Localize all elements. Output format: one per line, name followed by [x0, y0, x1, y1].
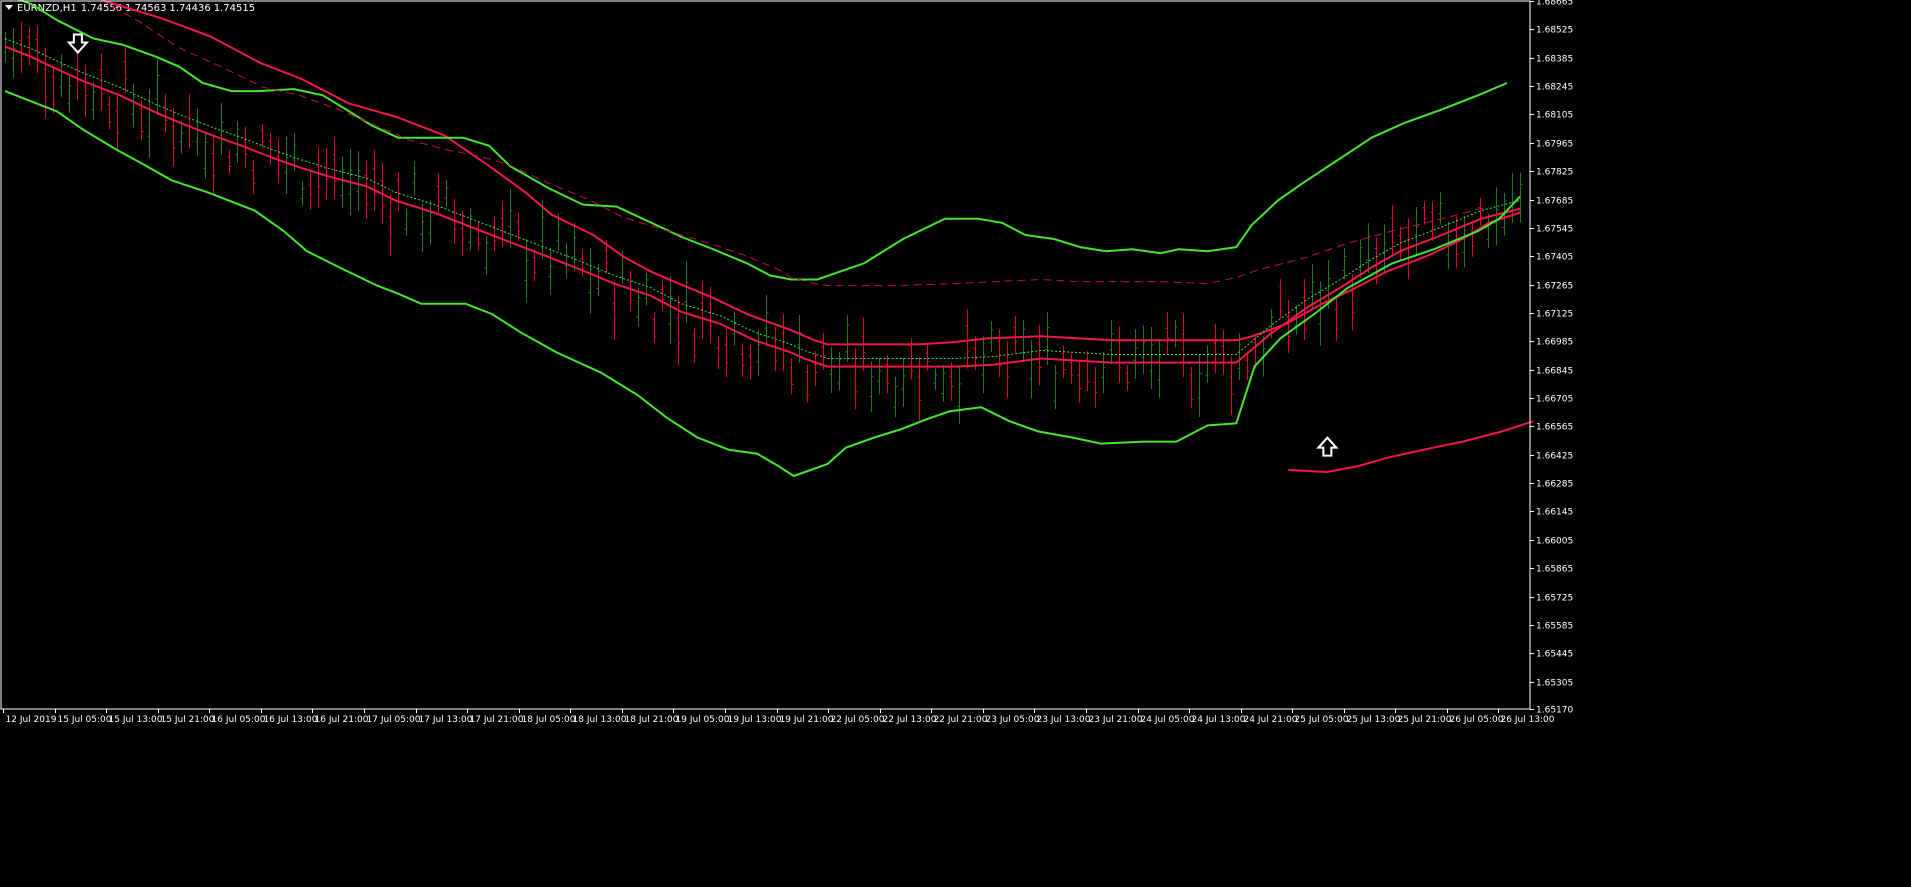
time-tick-label: 23 Jul 21:00: [1089, 715, 1143, 725]
price-tick-label: 1.66285: [1536, 480, 1573, 490]
axes: 1.68665 1.68525 1.68385 1.68245 1.68105 1.679…: [0, 0, 1573, 725]
price-tick-label: 1.65305: [1536, 679, 1573, 689]
price-tick-label: 1.65725: [1536, 594, 1573, 604]
time-tick-label: 22 Jul 13:00: [883, 715, 937, 725]
indicator-line-green-lower: [4, 90, 1521, 477]
time-tick-label: 17 Jul 21:00: [470, 715, 524, 725]
price-tick-label: 1.68245: [1536, 83, 1573, 93]
time-tick-label: 24 Jul 05:00: [1141, 715, 1195, 725]
price-tick-label: 1.68525: [1536, 26, 1573, 36]
price-tick-label: 1.67965: [1536, 140, 1573, 150]
time-tick-label: 19 Jul 21:00: [780, 715, 834, 725]
indicator-line-red-middle-dashed: [101, 0, 1489, 287]
indicator-line-green-upper: [17, 0, 1508, 281]
sell-arrow-icon: [66, 33, 90, 55]
time-tick-label: 26 Jul 05:00: [1450, 715, 1504, 725]
time-tick-label: 17 Jul 13:00: [419, 715, 473, 725]
price-tick-label: 1.68665: [1536, 0, 1573, 8]
price-tick-label: 1.65170: [1536, 706, 1573, 716]
time-tick-label: 24 Jul 21:00: [1244, 715, 1298, 725]
time-tick-label: 16 Jul 21:00: [315, 715, 369, 725]
price-tick-label: 1.66425: [1536, 452, 1573, 462]
time-tick-label: 15 Jul 13:00: [109, 715, 163, 725]
time-tick-label: 24 Jul 13:00: [1192, 715, 1246, 725]
buy-arrow-icon: [1316, 436, 1339, 457]
price-tick-label: 1.66145: [1536, 508, 1573, 518]
time-tick-label: 12 Jul 2019: [6, 715, 57, 725]
plot-frame: [0, 0, 1531, 710]
price-tick-label: 1.67125: [1536, 310, 1573, 320]
time-tick-label: 25 Jul 21:00: [1398, 715, 1452, 725]
time-tick-label: 23 Jul 05:00: [986, 715, 1040, 725]
indicator-line-green-midline: [4, 38, 1521, 359]
time-tick-label: 16 Jul 13:00: [264, 715, 318, 725]
price-tick-label: 1.67685: [1536, 197, 1573, 207]
price-tick-label: 1.65585: [1536, 622, 1573, 632]
indicator-lines: [4, 0, 1534, 477]
price-tick-label: 1.66985: [1536, 338, 1573, 348]
time-tick-label: 25 Jul 13:00: [1347, 715, 1401, 725]
price-tick-label: 1.67405: [1536, 253, 1573, 263]
price-tick-label: 1.68385: [1536, 55, 1573, 65]
price-tick-label: 1.67545: [1536, 225, 1573, 235]
time-tick-label: 22 Jul 05:00: [831, 715, 885, 725]
price-tick-label: 1.68105: [1536, 111, 1573, 121]
price-tick-label: 1.66005: [1536, 537, 1573, 547]
chart-window[interactable]: EURNZD,H1 1.74556 1.74563 1.74436 1.74515 1.…: [0, 0, 1911, 887]
price-tick-label: 1.65445: [1536, 650, 1573, 660]
time-tick-label: 17 Jul 05:00: [367, 715, 421, 725]
price-tick-label: 1.66565: [1536, 423, 1573, 433]
time-tick-label: 18 Jul 21:00: [625, 715, 679, 725]
price-chart[interactable]: 1.68665 1.68525 1.68385 1.68245 1.68105 1.679…: [0, 0, 1911, 887]
price-tick-label: 1.66705: [1536, 395, 1573, 405]
candlestick-bars: [3, 21, 1523, 424]
time-tick-label: 18 Jul 13:00: [573, 715, 627, 725]
time-tick-label: 16 Jul 05:00: [212, 715, 266, 725]
time-tick-label: 22 Jul 21:00: [934, 715, 988, 725]
price-tick-label: 1.65865: [1536, 565, 1573, 575]
indicator-line-red-center: [4, 45, 1521, 368]
time-tick-label: 15 Jul 05:00: [58, 715, 112, 725]
time-tick-label: 19 Jul 13:00: [728, 715, 782, 725]
time-tick-label: 26 Jul 13:00: [1501, 715, 1555, 725]
price-tick-label: 1.67825: [1536, 168, 1573, 178]
price-tick-label: 1.66845: [1536, 367, 1573, 377]
time-tick-label: 19 Jul 05:00: [676, 715, 730, 725]
time-tick-label: 15 Jul 21:00: [161, 715, 215, 725]
time-tick-label: 25 Jul 05:00: [1295, 715, 1349, 725]
time-tick-label: 18 Jul 05:00: [522, 715, 576, 725]
price-tick-label: 1.67265: [1536, 282, 1573, 292]
time-tick-label: 23 Jul 13:00: [1037, 715, 1091, 725]
